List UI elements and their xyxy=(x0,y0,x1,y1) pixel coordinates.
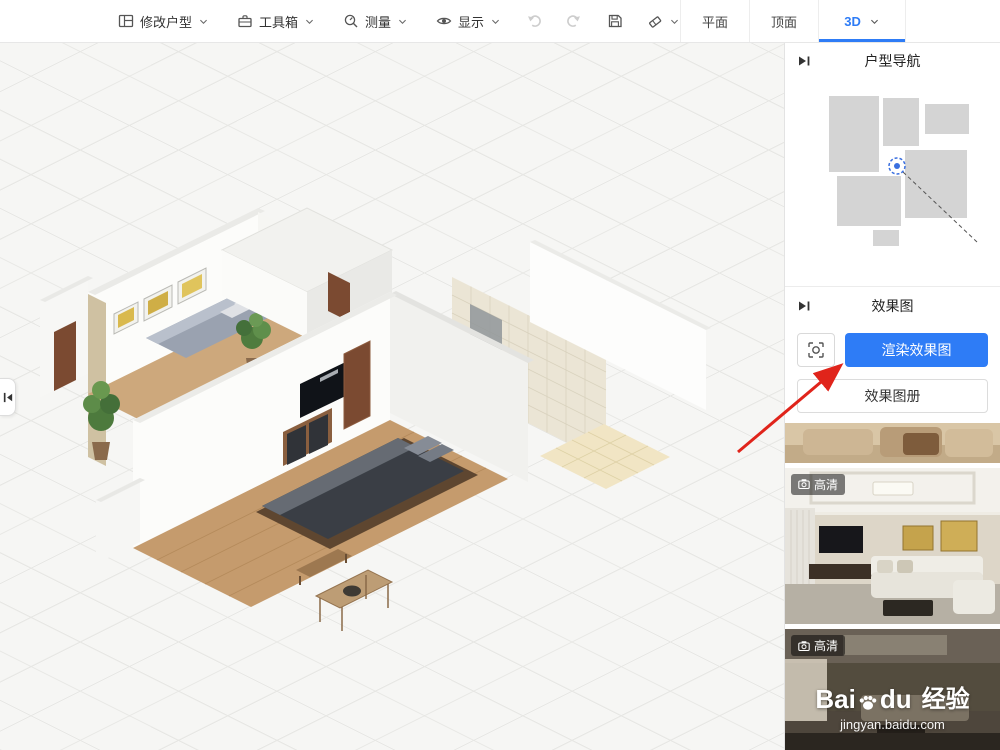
eye-icon xyxy=(436,17,452,25)
render-effect-button[interactable]: 渲染效果图 xyxy=(845,333,988,367)
chevron-down-icon xyxy=(492,19,500,24)
menu-label: 修改户型 xyxy=(140,14,193,30)
left-outer-wall[interactable] xyxy=(40,276,93,398)
toolbox-icon xyxy=(238,15,252,28)
tab-label: 平面 xyxy=(702,14,729,30)
viewfinder-icon xyxy=(808,342,824,358)
render-thumbnail[interactable] xyxy=(785,423,1000,463)
menu-label: 显示 xyxy=(458,14,485,30)
collapse-arrow-icon xyxy=(3,392,12,402)
floorplan-3d-scene[interactable] xyxy=(0,42,784,750)
measure-icon xyxy=(344,14,358,28)
undo-button[interactable] xyxy=(527,13,543,29)
camera-icon xyxy=(798,479,810,490)
left-panel-collapse-handle[interactable] xyxy=(0,378,16,416)
render-thumbnail[interactable]: 高清 Bai du 经验 jingyan.baidu.com xyxy=(785,629,1000,750)
chevron-down-icon xyxy=(870,19,878,24)
wardrobe-panel xyxy=(88,294,106,466)
toolbar-menu-group: 修改户型 工具箱 测量 显示 xyxy=(118,12,501,31)
menu-display[interactable]: 显示 xyxy=(436,12,501,31)
menu-toolbox[interactable]: 工具箱 xyxy=(237,12,315,31)
left-door xyxy=(54,321,76,391)
baidu-paw-icon xyxy=(859,695,877,710)
redo-icon xyxy=(567,15,581,27)
baidu-watermark: Bai du 经验 jingyan.baidu.com xyxy=(785,686,1000,732)
canvas-3d-viewport[interactable] xyxy=(0,42,784,750)
right-sidebar: 户型导航 效果图 渲染效果图 效果图册 高清 高清 Bai du 经验 jing… xyxy=(784,42,1000,750)
panel-collapse-icon[interactable] xyxy=(797,54,811,68)
lower-left-wall[interactable] xyxy=(96,478,145,564)
menu-label: 工具箱 xyxy=(259,14,299,30)
home-design-app: 修改户型 工具箱 测量 显示 平面 顶面 3D 户型导航 效果图 渲染效果图 效… xyxy=(0,0,1000,750)
history-group xyxy=(527,13,581,29)
hd-badge: 高清 xyxy=(791,635,846,657)
menu-modify-floorplan[interactable]: 修改户型 xyxy=(118,12,209,31)
view-mode-tabs: 平面 顶面 3D xyxy=(680,0,907,42)
bedroom-door[interactable] xyxy=(343,340,371,430)
save-button[interactable] xyxy=(607,13,623,29)
undo-icon xyxy=(528,15,541,27)
camera-icon xyxy=(798,640,810,651)
main-area: 户型导航 效果图 渲染效果图 效果图册 高清 高清 Bai du 经验 jing… xyxy=(0,42,1000,750)
watermark-suffix: 经验 xyxy=(921,686,970,713)
tab-label: 3D xyxy=(844,13,861,29)
floorplan-minimap[interactable] xyxy=(785,80,1000,286)
redo-button[interactable] xyxy=(565,13,581,29)
tab-3d-view[interactable]: 3D xyxy=(818,0,907,42)
effects-header: 效果图 xyxy=(785,286,1000,325)
watermark-brand-right: du xyxy=(879,684,912,714)
hd-badge-label: 高清 xyxy=(814,639,839,654)
chevron-down-icon xyxy=(306,19,313,24)
eraser-tool[interactable] xyxy=(647,13,680,29)
watermark-url: jingyan.baidu.com xyxy=(840,717,945,732)
chevron-down-icon xyxy=(399,19,407,24)
floorplan-nav-header: 户型导航 xyxy=(785,42,1000,80)
hd-badge: 高清 xyxy=(791,473,846,495)
effect-album-button[interactable]: 效果图册 xyxy=(797,379,988,413)
hd-badge-label: 高清 xyxy=(814,477,839,492)
tab-plan-view[interactable]: 平面 xyxy=(680,0,749,42)
tab-ceiling-view[interactable]: 顶面 xyxy=(749,0,818,42)
chevron-down-icon xyxy=(200,19,207,24)
watermark-brand-left: Bai xyxy=(815,684,856,714)
tab-label: 顶面 xyxy=(771,14,798,30)
render-row: 渲染效果图 xyxy=(785,325,1000,373)
floorplan-nav-title: 户型导航 xyxy=(864,53,921,69)
effects-title: 效果图 xyxy=(871,298,914,314)
eraser-icon xyxy=(649,16,662,28)
snapshot-button[interactable] xyxy=(797,333,835,367)
chevron-down-icon xyxy=(671,19,679,24)
render-thumbnails: 高清 高清 Bai du 经验 jingyan.baidu.com xyxy=(785,423,1000,750)
floorplan-grid-icon xyxy=(118,14,134,28)
menu-label: 测量 xyxy=(365,14,392,30)
render-thumbnail[interactable]: 高清 xyxy=(785,467,1000,625)
top-toolbar: 修改户型 工具箱 测量 显示 平面 顶面 3D xyxy=(0,0,1000,43)
panel-collapse-icon[interactable] xyxy=(797,299,811,313)
desk-and-chair[interactable] xyxy=(314,569,394,631)
menu-measure[interactable]: 测量 xyxy=(343,12,408,31)
sofa-render-preview xyxy=(785,423,1000,463)
save-icon xyxy=(608,14,622,28)
